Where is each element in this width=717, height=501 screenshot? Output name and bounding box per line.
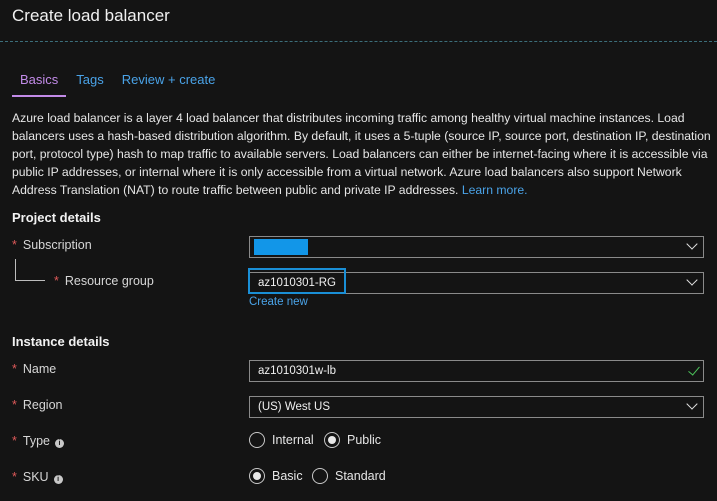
tab-basics[interactable]: Basics — [12, 70, 67, 97]
description: Azure load balancer is a layer 4 load ba… — [12, 109, 712, 199]
tab-tags[interactable]: Tags — [68, 70, 111, 94]
type-internal-label: Internal — [272, 433, 314, 447]
info-icon[interactable]: i — [54, 439, 64, 448]
sku-basic-label: Basic — [272, 469, 303, 483]
tree-connector — [15, 259, 16, 281]
type-internal-radio[interactable]: Internal — [249, 432, 314, 448]
instance-details-heading: Instance details — [12, 334, 110, 349]
region-value: (US) West US — [258, 401, 330, 413]
tab-bar: Basics Tags Review + create — [12, 70, 225, 97]
name-label: * Name — [12, 362, 57, 376]
radio-circle — [312, 468, 328, 484]
page-title: Create load balancer — [12, 6, 170, 25]
type-label: * Type i — [12, 434, 64, 448]
tab-review-create[interactable]: Review + create — [114, 70, 224, 94]
subscription-select[interactable] — [249, 236, 704, 258]
type-public-label: Public — [347, 433, 382, 447]
redacted-subscription-value — [254, 239, 308, 255]
info-icon[interactable]: i — [53, 475, 63, 484]
name-input[interactable]: az1010301w-lb — [249, 360, 704, 382]
focus-highlight — [248, 268, 346, 294]
learn-more-link[interactable]: Learn more. — [462, 183, 528, 197]
radio-circle-selected — [249, 468, 265, 484]
type-public-radio[interactable]: Public — [324, 432, 381, 448]
title-divider — [0, 41, 717, 42]
sku-standard-label: Standard — [335, 469, 386, 483]
project-details-heading: Project details — [12, 210, 101, 225]
region-label: * Region — [12, 398, 63, 412]
sku-standard-radio[interactable]: Standard — [312, 468, 386, 484]
chevron-down-icon — [686, 274, 698, 286]
radio-circle — [249, 432, 265, 448]
tree-connector — [15, 280, 45, 281]
chevron-down-icon — [686, 398, 698, 410]
sku-label: * SKU i — [12, 470, 63, 484]
description-text: Azure load balancer is a layer 4 load ba… — [12, 111, 711, 197]
checkmark-icon — [688, 363, 700, 376]
sku-basic-radio[interactable]: Basic — [249, 468, 303, 484]
chevron-down-icon — [686, 238, 698, 250]
name-value: az1010301w-lb — [258, 365, 337, 377]
create-new-link[interactable]: Create new — [249, 296, 308, 308]
region-select[interactable]: (US) West US — [249, 396, 704, 418]
subscription-label: * Subscription — [12, 238, 92, 252]
radio-circle-selected — [324, 432, 340, 448]
resource-group-label: * Resource group — [54, 274, 154, 288]
